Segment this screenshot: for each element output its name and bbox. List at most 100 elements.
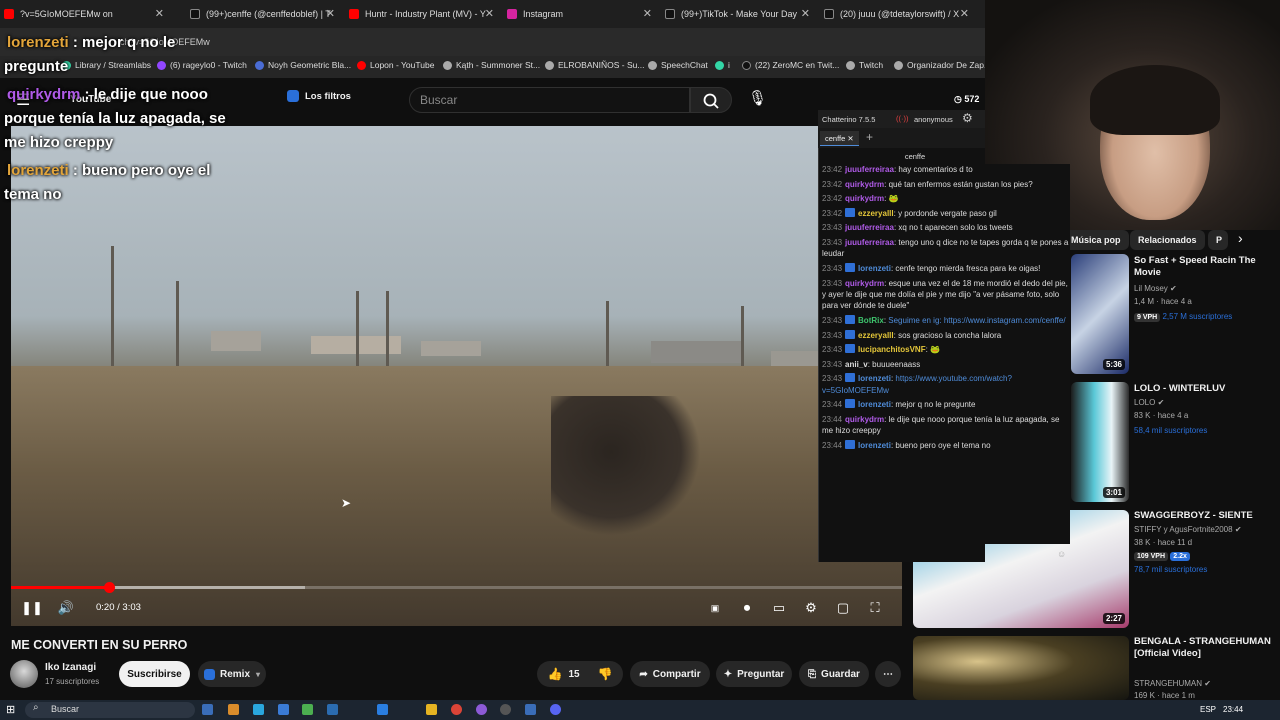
rec-channel[interactable]: STRANGEHUMAN ✔ [1134,679,1211,688]
filter-icon[interactable]: ▣ [706,600,724,616]
app-icon[interactable] [327,704,338,715]
chat-username[interactable]: anii_v [845,360,868,369]
close-icon[interactable]: ✕ [155,7,164,20]
settings-icon[interactable]: ⚙ [962,111,973,125]
search-button[interactable] [690,87,732,113]
browser-tab[interactable]: (99+)cenffe (@cenffedoblef) | T ✕ [190,4,335,24]
chat-username[interactable]: ezzeryalll [858,331,894,340]
taskbar-search[interactable]: Buscar [25,702,195,718]
chat-username[interactable]: quirkydrm [845,180,884,189]
chat-username[interactable]: quirkydrm [845,194,884,203]
fullscreen-icon[interactable]: ⛶ [866,600,884,616]
chevron-right-icon[interactable]: › [1238,230,1243,246]
chat-username[interactable]: quirkydrm [845,279,884,288]
app-icon[interactable] [377,704,388,715]
bookmark[interactable]: Lopon - YouTube [357,60,434,70]
search-input[interactable]: Buscar [409,87,690,113]
close-icon[interactable]: ✕ [326,7,335,20]
bookmark[interactable]: Organizador De Zap... [894,60,991,70]
dislike-icon[interactable]: 👎 [598,667,613,681]
bookmark[interactable]: Kąth - Summoner St... [443,60,540,70]
edge-icon[interactable] [253,704,264,715]
chat-username[interactable]: juuuferreiraa [845,238,894,247]
chat-username[interactable]: juuuferreiraa [845,223,894,232]
bookmark[interactable]: ELROBANIÑOS - Su... [545,60,644,70]
pause-icon[interactable]: ❚❚ [21,600,43,616]
browser-tab[interactable]: Instagram ✕ [507,4,652,24]
chat-username[interactable]: quirkydrm [845,415,884,424]
chat-username[interactable]: juuuferreiraa [845,165,894,174]
chat-username[interactable]: lorenzeti [858,264,891,273]
browser-tab[interactable]: (20) juuu (@tdetaylorswift) / X ✕ [824,4,969,24]
more-actions-button[interactable]: ⋯ [875,661,901,687]
like-icon[interactable]: 👍 [547,667,562,681]
rec-title[interactable]: BENGALA - STRANGEHUMAN [Official Video] [1134,636,1274,660]
file-explorer-icon[interactable] [426,704,437,715]
close-icon[interactable]: ✕ [801,7,810,20]
mic-icon[interactable]: 🎙 [748,89,767,107]
tab-cenffe[interactable]: cenffe ✕ [820,131,859,146]
bookmark[interactable]: SpeechChat [648,60,708,70]
browser-tab[interactable]: (99+)TikTok - Make Your Day ✕ [665,4,810,24]
chrome-icon[interactable] [451,704,462,715]
filters-button[interactable]: Los filtros [287,90,351,102]
subscribe-button[interactable]: Suscribirse [119,661,190,687]
bookmark[interactable]: (6) rageylo0 - Twitch [157,60,247,70]
app-icon[interactable] [278,704,289,715]
subtitles-icon[interactable]: ▭ [770,600,788,616]
chat-username[interactable]: lucipanchitosVNF [858,345,926,354]
video-thumbnail[interactable]: 3:01 [1071,382,1129,502]
close-icon[interactable]: ✕ [485,7,494,20]
browser-tab[interactable]: ?v=5GIoMOEFEMw on ✕ [4,4,164,24]
settings-icon[interactable]: ⚙ [802,600,820,616]
channel-name[interactable]: Iko Izanagi [45,662,96,673]
bookmark[interactable]: Noyh Geometric Bla... [255,60,351,70]
windows-start-icon[interactable]: ⊞ [6,703,15,716]
ask-button[interactable]: ✦ Preguntar [716,661,792,687]
rec-title[interactable]: SWAGGERBOYZ - SIENTE [1134,510,1274,522]
rec-channel[interactable]: STIFFY y AgusFortnite2008 ✔ [1134,525,1242,534]
chat-username[interactable]: lorenzeti [858,374,891,383]
bookmark[interactable]: Library / Streamlabs [62,60,151,70]
xbox-icon[interactable] [302,704,313,715]
clock[interactable]: 23:44 [1223,705,1243,714]
theater-mode-icon[interactable]: ▢ [834,600,852,616]
close-icon[interactable]: ✕ [643,7,652,20]
chat-username[interactable]: BotRix [858,316,884,325]
save-button[interactable]: ⎘ Guardar [799,661,869,687]
task-view-icon[interactable] [202,704,213,715]
rec-channel[interactable]: Lil Mosey ✔ [1134,284,1177,293]
rec-title[interactable]: LOLO - WINTERLUV [1134,383,1274,395]
app-icon[interactable] [525,704,536,715]
chip-more[interactable]: P [1208,230,1228,250]
rec-channel[interactable]: LOLO ✔ [1134,398,1164,407]
bookmark[interactable]: i [715,60,730,70]
share-button[interactable]: ➦ Compartir [630,661,710,687]
chat-username[interactable]: lorenzeti [858,441,891,450]
remix-button[interactable]: Remix ▾ [198,661,266,687]
bookmark[interactable]: (22) ZeroMC en Twit... [742,60,839,70]
video-thumbnail[interactable]: 5:36 [1071,254,1129,374]
discord-icon[interactable] [550,704,561,715]
browser-tab[interactable]: Huntr - Industry Plant (MV) - Y ✕ [349,4,494,24]
add-tab-icon[interactable]: + [866,130,873,144]
rec-title[interactable]: So Fast + Speed Racin The Movie [1134,255,1274,279]
language-indicator[interactable]: ESP [1200,705,1216,714]
bookmark[interactable]: Twitch [846,60,883,70]
app-icon[interactable] [500,704,511,715]
avatar[interactable] [10,660,38,688]
chip-musica-pop[interactable]: Música pop [1063,230,1129,250]
emote-icon[interactable]: ☺ [1057,549,1066,559]
video-player[interactable]: ➤ [11,126,902,626]
chat-username[interactable]: ezzeryalll [858,209,894,218]
app-icon[interactable] [476,704,487,715]
close-icon[interactable]: ✕ [960,7,969,20]
volume-icon[interactable]: 🔊 [57,600,75,616]
close-icon[interactable]: ✕ [847,134,853,143]
chat-username[interactable]: lorenzeti [858,400,891,409]
progress-scrubber[interactable] [104,582,115,593]
autoplay-toggle[interactable]: ⏺ [738,600,756,616]
video-thumbnail[interactable] [913,636,1129,700]
chip-relacionados[interactable]: Relacionados [1130,230,1205,250]
app-icon[interactable] [228,704,239,715]
